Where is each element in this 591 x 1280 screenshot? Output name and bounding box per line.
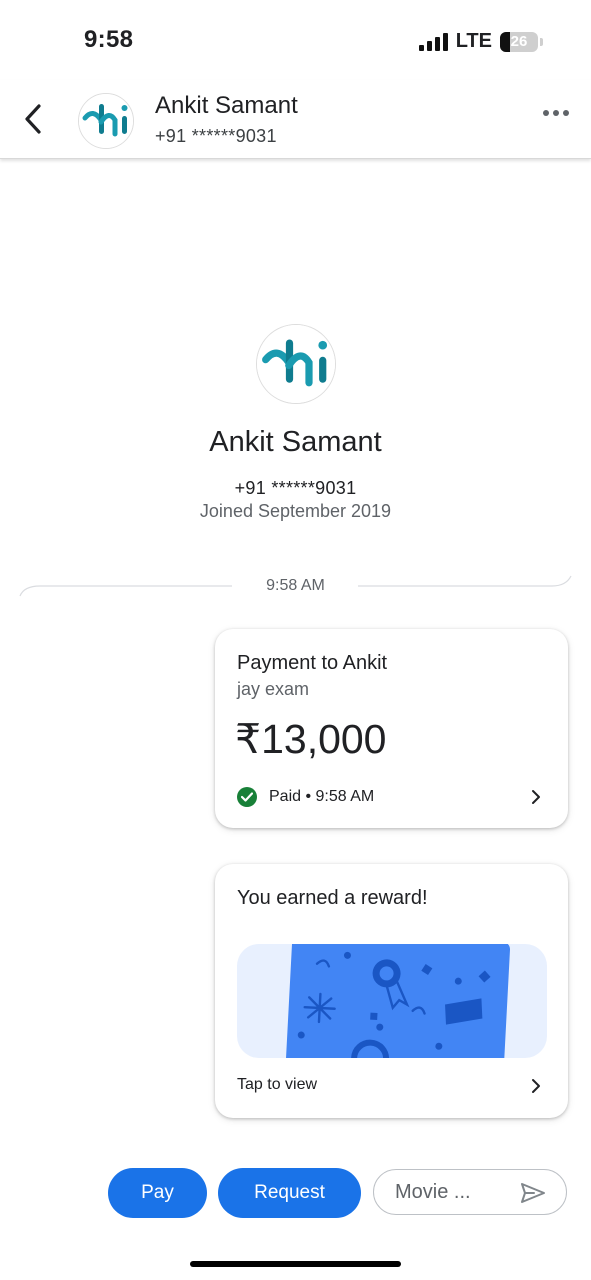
battery-icon: 26 [500, 31, 538, 52]
profile-phone: +91 ******9031 [234, 478, 357, 498]
payment-card[interactable]: Payment to Ankit jay exam ₹13,000 Paid •… [215, 629, 568, 828]
reward-card[interactable]: You earned a reward! Tap to view [215, 864, 568, 1118]
contact-avatar[interactable] [78, 93, 134, 149]
back-button[interactable] [16, 102, 50, 136]
profile-name: Ankit Samant [209, 426, 382, 458]
reward-banner[interactable] [237, 944, 547, 1058]
chevron-right-icon [532, 790, 540, 804]
pay-button[interactable]: Pay [108, 1168, 207, 1218]
home-indicator [190, 1261, 401, 1267]
message-timestamp: 9:58 AM [266, 577, 325, 594]
more-options-icon[interactable] [543, 110, 569, 116]
payment-title: Payment to Ankit [237, 652, 388, 674]
paid-check-icon [237, 787, 257, 807]
chat-header: Ankit Samant +91 ******9031 [0, 80, 591, 159]
payment-amount: ₹13,000 [235, 716, 387, 762]
profile-avatar[interactable] [256, 324, 336, 404]
scratch-card-icon [285, 944, 511, 1058]
message-input-text: Movie ... [395, 1180, 471, 1203]
back-arrow-icon [25, 104, 41, 134]
payment-status: Paid • 9:58 AM [269, 788, 375, 805]
battery-tip [540, 37, 543, 46]
profile-joined-date: Joined September 2019 [199, 501, 392, 521]
reward-title: You earned a reward! [237, 887, 428, 909]
chevron-right-icon [532, 1079, 540, 1093]
payment-note: jay exam [237, 679, 310, 699]
avatar-logo-icon [79, 94, 133, 148]
request-button[interactable]: Request [218, 1168, 361, 1218]
payment-status-row: Paid • 9:58 AM [237, 787, 374, 807]
message-input[interactable]: Movie ... [373, 1169, 567, 1215]
battery-level: 26 [510, 33, 528, 50]
reward-action: Tap to view [237, 1076, 318, 1093]
header-contact-name: Ankit Samant [155, 92, 298, 119]
status-indicators: LTE 26 [418, 30, 543, 53]
header-contact-phone: +91 ******9031 [155, 126, 277, 146]
signal-icon [418, 32, 448, 51]
avatar-logo-icon [257, 325, 335, 403]
status-time: 9:58 [84, 26, 134, 53]
send-icon[interactable] [520, 1182, 546, 1204]
network-type: LTE [455, 30, 492, 52]
